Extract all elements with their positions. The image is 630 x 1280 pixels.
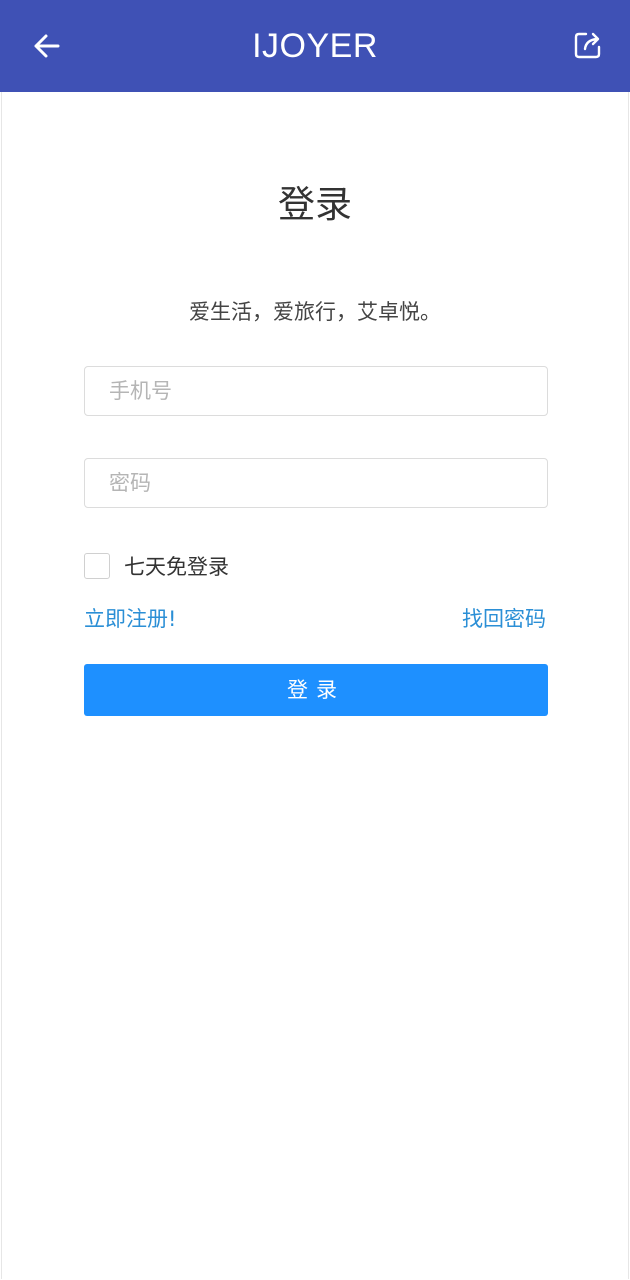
login-content: 登录 爱生活，爱旅行，艾卓悦。 七天免登录 立即注册! 找回密码 登录	[1, 92, 629, 1279]
app-title: IJOYER	[252, 27, 378, 65]
app-bar: IJOYER	[0, 0, 630, 92]
forgot-password-link[interactable]: 找回密码	[462, 604, 546, 634]
register-link[interactable]: 立即注册!	[84, 604, 176, 634]
login-button[interactable]: 登录	[84, 664, 548, 716]
password-input[interactable]	[84, 458, 548, 508]
remember-me-label: 七天免登录	[124, 555, 229, 579]
slogan-text: 爱生活，爱旅行，艾卓悦。	[189, 300, 441, 324]
page-title: 登录	[278, 183, 352, 226]
remember-me-toggle[interactable]: 七天免登录	[84, 552, 229, 580]
remember-me-checkbox[interactable]	[84, 553, 110, 579]
phone-input[interactable]	[84, 366, 548, 416]
share-button[interactable]	[570, 27, 606, 63]
share-icon	[574, 32, 601, 59]
